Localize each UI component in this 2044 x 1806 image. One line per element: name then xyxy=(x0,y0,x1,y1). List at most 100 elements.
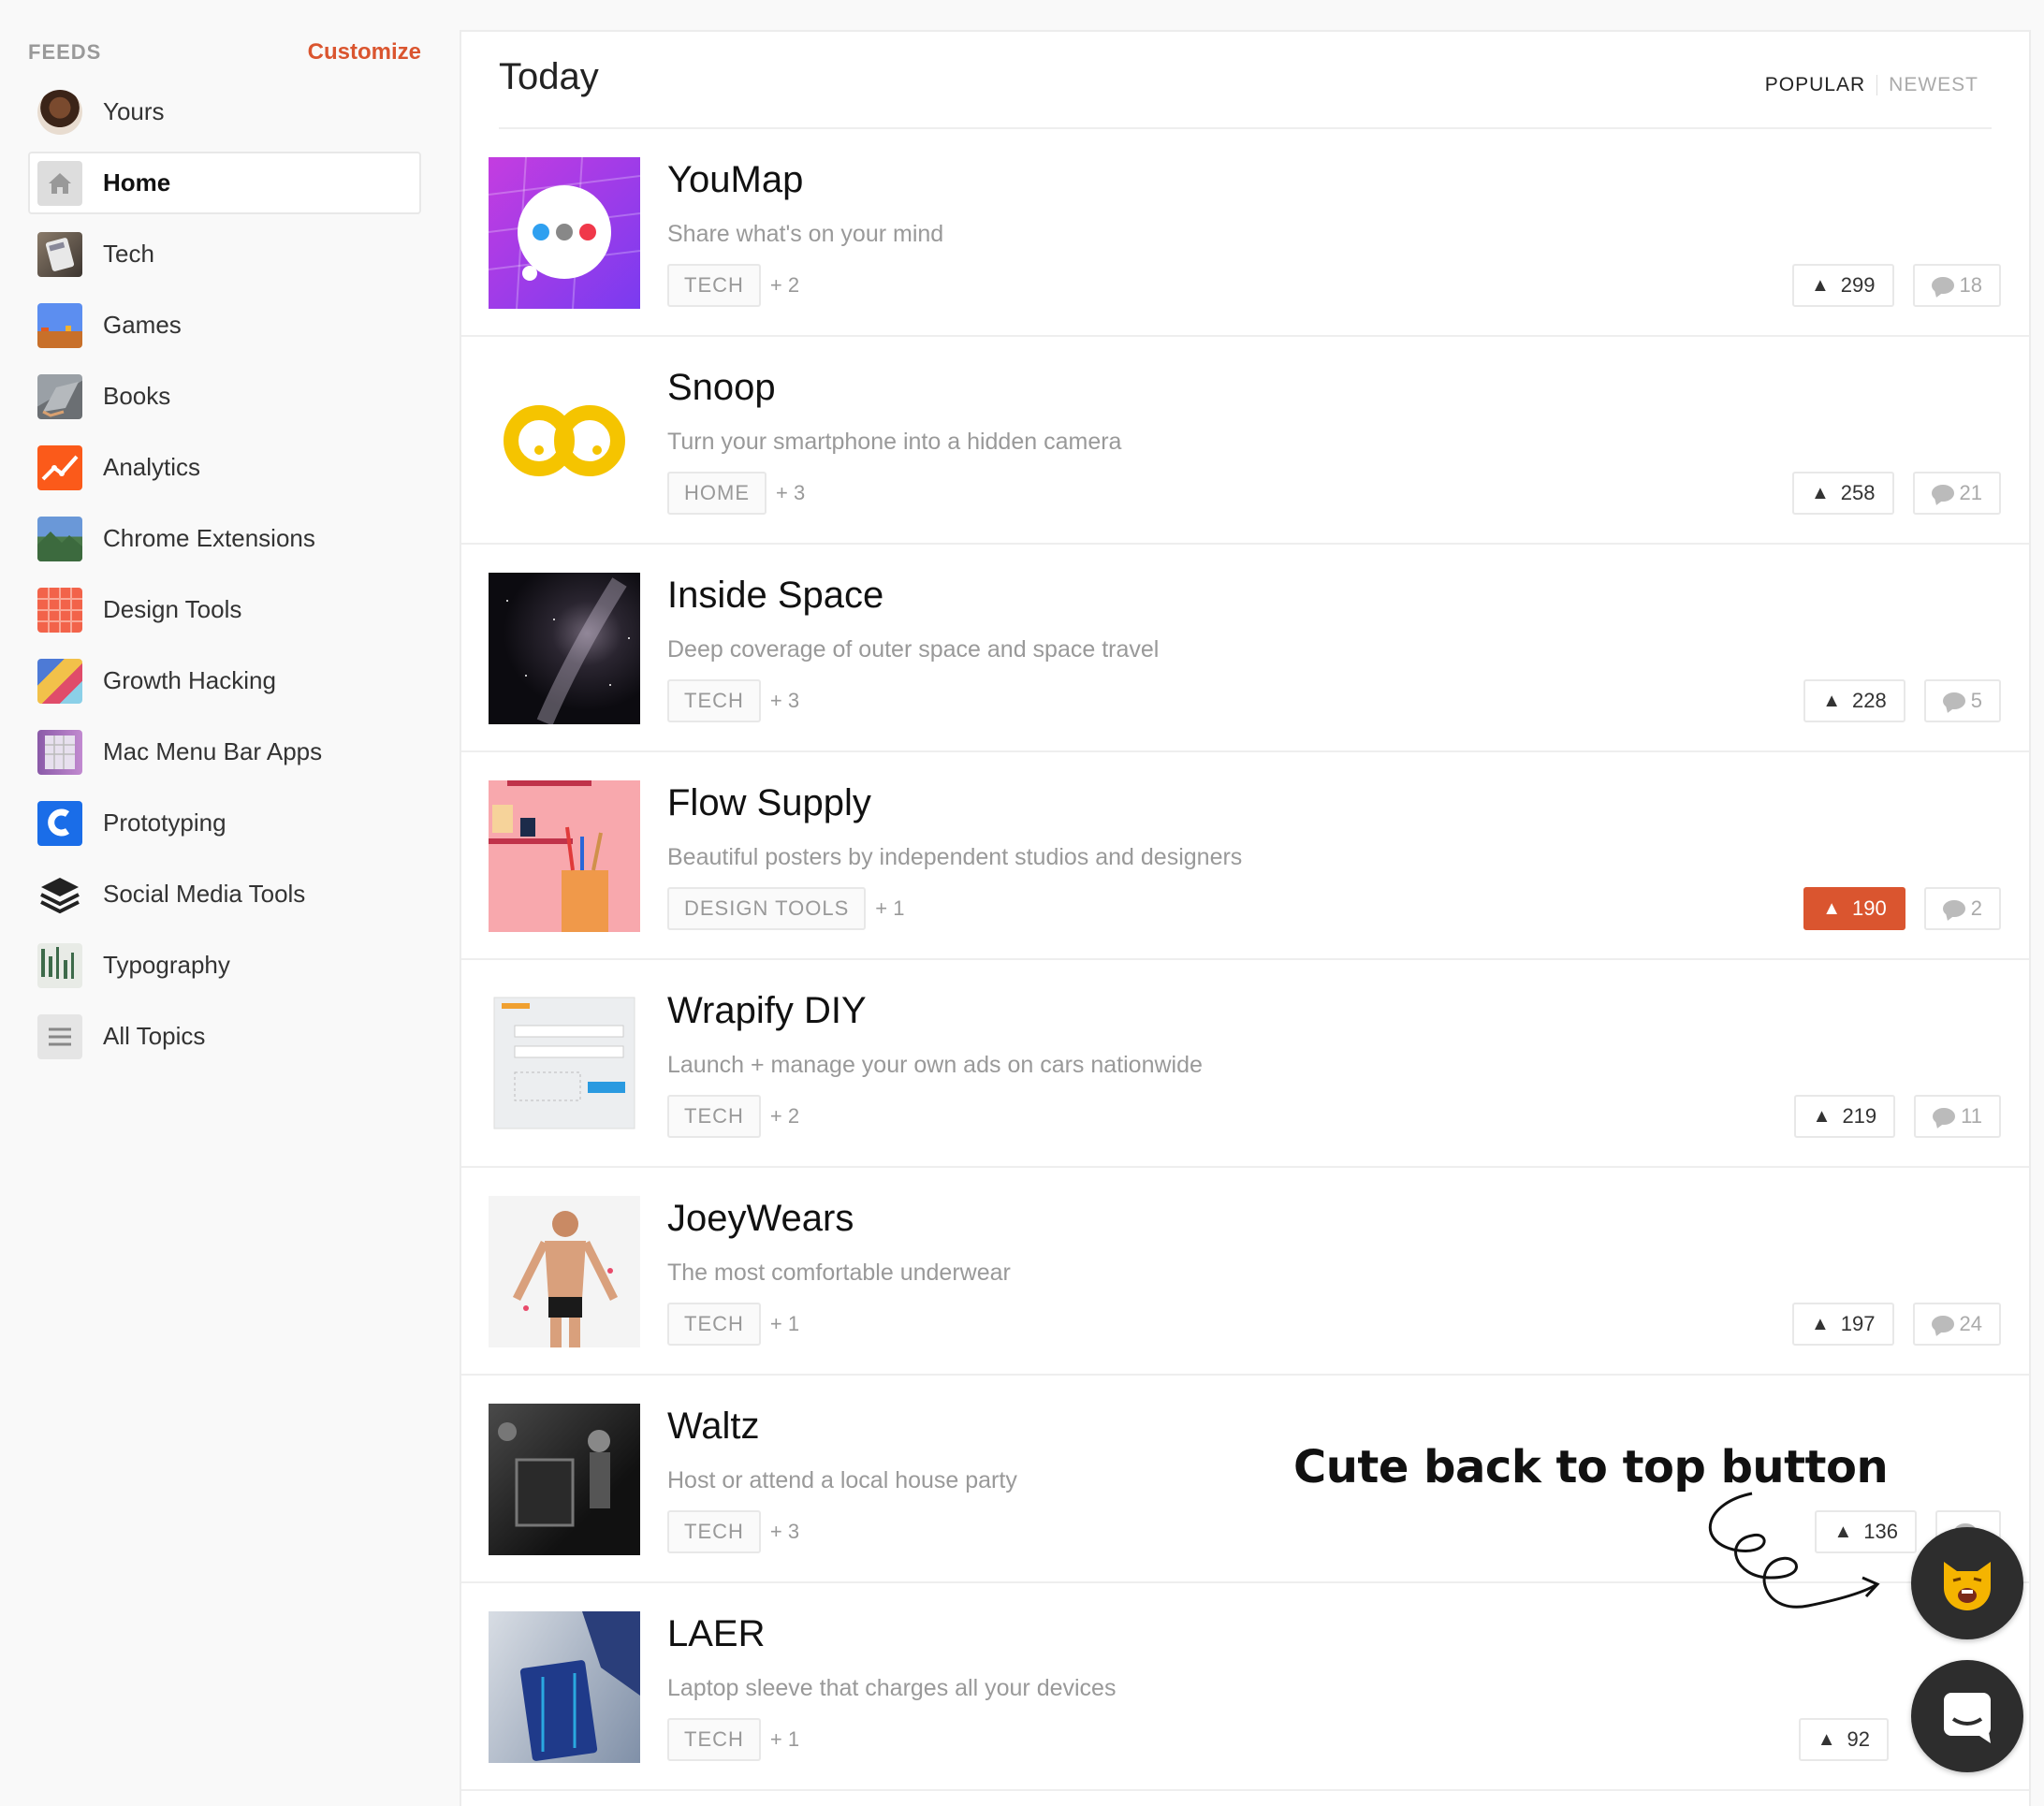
topic-item-chrome-extensions[interactable]: Chrome Extensions xyxy=(28,507,421,570)
post-tags: TECH + 3 xyxy=(667,1510,799,1553)
post-tagline: Laptop sleeve that charges all your devi… xyxy=(667,1675,1117,1701)
page-title: Today xyxy=(499,55,599,97)
comment-icon xyxy=(1933,1108,1956,1125)
upvote-button[interactable]: ▲ 190 xyxy=(1803,887,1905,930)
comment-button[interactable]: 5 xyxy=(1923,679,2001,722)
comment-count: 5 xyxy=(1970,689,1982,712)
comment-count: 11 xyxy=(1961,1104,1982,1128)
layers-icon xyxy=(37,872,82,917)
post-name[interactable]: JoeyWears xyxy=(667,1198,854,1240)
post-item[interactable]: Wrapify DIY Launch + manage your own ads… xyxy=(461,960,2029,1168)
post-name[interactable]: Waltz xyxy=(667,1405,760,1448)
menu-bar-icon xyxy=(37,729,82,775)
more-topics-count[interactable]: + 1 xyxy=(770,1727,799,1752)
post-actions: ▲ 219 11 xyxy=(1793,1095,2001,1138)
topic-item-mac-menu-bar-apps[interactable]: Mac Menu Bar Apps xyxy=(28,721,421,783)
comment-button[interactable]: 2 xyxy=(1923,887,2001,930)
topic-item-home[interactable]: Home xyxy=(28,152,421,214)
topic-item-typography[interactable]: Typography xyxy=(28,934,421,997)
post-tags: TECH + 2 xyxy=(667,264,799,307)
post-thumbnail xyxy=(489,1611,640,1763)
more-topics-count[interactable]: + 3 xyxy=(770,689,799,713)
topic-item-books[interactable]: Books xyxy=(28,365,421,428)
more-topics-count[interactable]: + 2 xyxy=(770,1104,799,1129)
more-topics-count[interactable]: + 1 xyxy=(770,1312,799,1336)
post-tagline: Deep coverage of outer space and space t… xyxy=(667,636,1160,663)
post-name[interactable]: LAER xyxy=(667,1613,766,1655)
topic-tag[interactable]: TECH xyxy=(667,679,761,722)
comment-count: 2 xyxy=(1970,896,1982,920)
curly-arrow-icon xyxy=(1708,1492,1880,1609)
comment-icon xyxy=(1931,277,1954,294)
comment-button[interactable]: 21 xyxy=(1912,472,2001,515)
post-name[interactable]: Inside Space xyxy=(667,575,883,617)
landscape-icon xyxy=(37,516,82,561)
customize-link[interactable]: Customize xyxy=(308,39,421,66)
topic-tag[interactable]: DESIGN TOOLS xyxy=(667,887,867,930)
post-name[interactable]: Wrapify DIY xyxy=(667,990,867,1032)
upvote-button[interactable]: ▲ 258 xyxy=(1792,472,1894,515)
post-item[interactable]: JoeyWears The most comfortable underwear… xyxy=(461,1168,2029,1376)
topic-label: Growth Hacking xyxy=(103,666,276,694)
topic-label: Home xyxy=(103,168,171,197)
topic-tag[interactable]: HOME xyxy=(667,472,766,515)
topic-item-growth-hacking[interactable]: Growth Hacking xyxy=(28,649,421,712)
post-tagline: The most comfortable underwear xyxy=(667,1260,1011,1286)
topic-label: Design Tools xyxy=(103,595,242,623)
topic-item-yours[interactable]: Yours xyxy=(28,80,421,143)
topic-item-analytics[interactable]: Analytics xyxy=(28,436,421,499)
upvote-button[interactable]: ▲ 197 xyxy=(1792,1303,1894,1346)
comment-icon xyxy=(1942,692,1965,709)
upvote-button[interactable]: ▲ 219 xyxy=(1793,1095,1896,1138)
tab-popular[interactable]: POPULAR xyxy=(1765,74,1865,96)
comment-icon xyxy=(1942,900,1965,917)
feeds-sidebar: FEEDS Customize Yours Home Tech Games Bo… xyxy=(28,28,421,1076)
more-topics-count[interactable]: + 1 xyxy=(875,896,904,921)
topic-tag[interactable]: TECH xyxy=(667,1095,761,1138)
home-icon xyxy=(37,160,82,206)
more-topics-count[interactable]: + 3 xyxy=(770,1520,799,1544)
post-name[interactable]: YouMap xyxy=(667,159,803,201)
topic-item-social-media-tools[interactable]: Social Media Tools xyxy=(28,863,421,925)
topic-tag[interactable]: TECH xyxy=(667,1303,761,1346)
topic-tag[interactable]: TECH xyxy=(667,1718,761,1761)
post-name[interactable]: Flow Supply xyxy=(667,782,871,824)
line-chart-icon xyxy=(37,444,82,490)
comment-count: 21 xyxy=(1959,481,1982,504)
topic-tag[interactable]: TECH xyxy=(667,1510,761,1553)
post-item[interactable]: YouMap Share what's on your mind TECH + … xyxy=(461,129,2029,337)
post-item[interactable]: Flow Supply Beautiful posters by indepen… xyxy=(461,752,2029,960)
upvote-button[interactable]: ▲ 92 xyxy=(1798,1718,1889,1761)
more-topics-count[interactable]: + 2 xyxy=(770,273,799,298)
tab-newest[interactable]: NEWEST xyxy=(1889,74,1978,96)
more-topics-count[interactable]: + 3 xyxy=(776,481,805,505)
topic-item-games[interactable]: Games xyxy=(28,294,421,357)
topic-item-prototyping[interactable]: Prototyping xyxy=(28,792,421,854)
topic-item-tech[interactable]: Tech xyxy=(28,223,421,285)
upvote-button[interactable]: ▲ 228 xyxy=(1803,679,1905,722)
feed-header: Today POPULAR NEWEST xyxy=(499,32,1992,129)
topic-item-design-tools[interactable]: Design Tools xyxy=(28,578,421,641)
upvote-button[interactable]: ▲ 299 xyxy=(1792,264,1894,307)
post-actions: ▲ 197 24 xyxy=(1792,1303,2001,1346)
comment-button[interactable]: 24 xyxy=(1912,1303,2001,1346)
topic-label: Books xyxy=(103,382,171,410)
comment-button[interactable]: 18 xyxy=(1912,264,2001,307)
user-avatar-icon xyxy=(37,89,82,135)
vote-count: 190 xyxy=(1852,896,1887,920)
topic-item-all-topics[interactable]: All Topics xyxy=(28,1005,421,1068)
comment-button[interactable]: 11 xyxy=(1914,1095,2001,1138)
chat-button[interactable] xyxy=(1911,1660,2023,1772)
calculator-icon xyxy=(37,231,82,277)
post-name[interactable]: Snoop xyxy=(667,367,776,409)
back-to-top-button[interactable] xyxy=(1911,1527,2023,1639)
post-item[interactable]: Inside Space Deep coverage of outer spac… xyxy=(461,545,2029,752)
prototyping-logo-icon xyxy=(37,800,82,846)
topic-tag[interactable]: TECH xyxy=(667,264,761,307)
post-item[interactable]: Snoop Turn your smartphone into a hidden… xyxy=(461,337,2029,545)
post-tags: TECH + 3 xyxy=(667,679,799,722)
vote-count: 228 xyxy=(1852,689,1887,712)
post-tags: TECH + 1 xyxy=(667,1718,799,1761)
post-actions: ▲ 92 xyxy=(1798,1718,1889,1761)
post-thumbnail xyxy=(489,1196,640,1347)
